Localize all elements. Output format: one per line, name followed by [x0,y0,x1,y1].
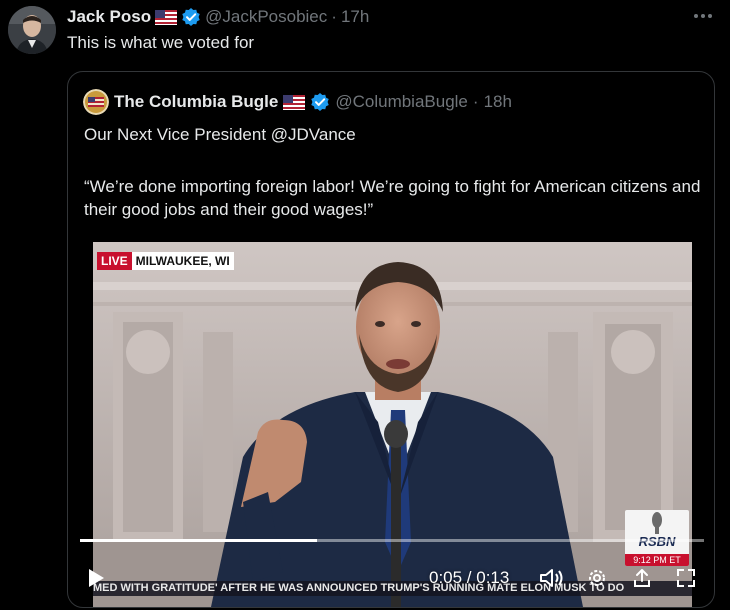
fullscreen-icon[interactable] [674,566,698,590]
separator-dot: · [472,92,479,111]
us-flag-icon [283,94,306,110]
quote-time[interactable]: 18h [484,92,512,112]
quote-text-quote: “We’re done importing foreign labor! We’… [84,177,701,219]
live-banner: LIVE MILWAUKEE, WI [97,252,234,270]
video-player[interactable]: LIVE MILWAUKEE, WI RSBN 9:12 PM ET MED W… [93,242,692,607]
rsbn-logo: RSBN 9:12 PM ET [625,510,689,566]
author-handle[interactable]: @JackPosobiec [205,7,327,27]
video-time: 0:05 / 0:13 [429,568,510,587]
us-flag-icon [155,9,178,25]
author-name[interactable]: Jack Poso [67,7,151,27]
share-icon[interactable] [630,566,654,590]
quote-text-line: Our Next Vice President @JDVance [84,125,356,144]
tweet-text: This is what we voted for [67,33,255,52]
location-label: MILWAUKEE, WI [131,252,234,270]
more-icon[interactable] [690,4,716,28]
quote-header: The Columbia Bugle @ColumbiaBugle · 18h [83,89,512,115]
separator-dot: · [331,7,337,26]
quoted-tweet[interactable]: The Columbia Bugle @ColumbiaBugle · 18h … [67,71,715,608]
video-progress-fill [80,539,318,542]
quote-author-handle[interactable]: @ColumbiaBugle [335,92,468,112]
quote-author-name[interactable]: The Columbia Bugle [114,92,278,112]
rsbn-time: 9:12 PM ET [625,554,689,566]
play-icon[interactable] [84,566,108,590]
verified-badge-icon[interactable] [181,7,201,27]
microphone-icon [652,512,662,534]
verified-badge-icon[interactable] [310,92,330,112]
live-label: LIVE [97,252,132,270]
volume-icon[interactable] [538,566,564,590]
quote-author-avatar[interactable] [83,89,109,115]
tweet-header: Jack Poso @JackPosobiec · 17h [67,6,369,28]
author-avatar[interactable] [8,6,56,54]
settings-gear-icon[interactable] [585,566,609,590]
video-progress-bar[interactable] [80,539,704,542]
video-frame [93,242,692,607]
tweet-time[interactable]: 17h [341,7,369,27]
